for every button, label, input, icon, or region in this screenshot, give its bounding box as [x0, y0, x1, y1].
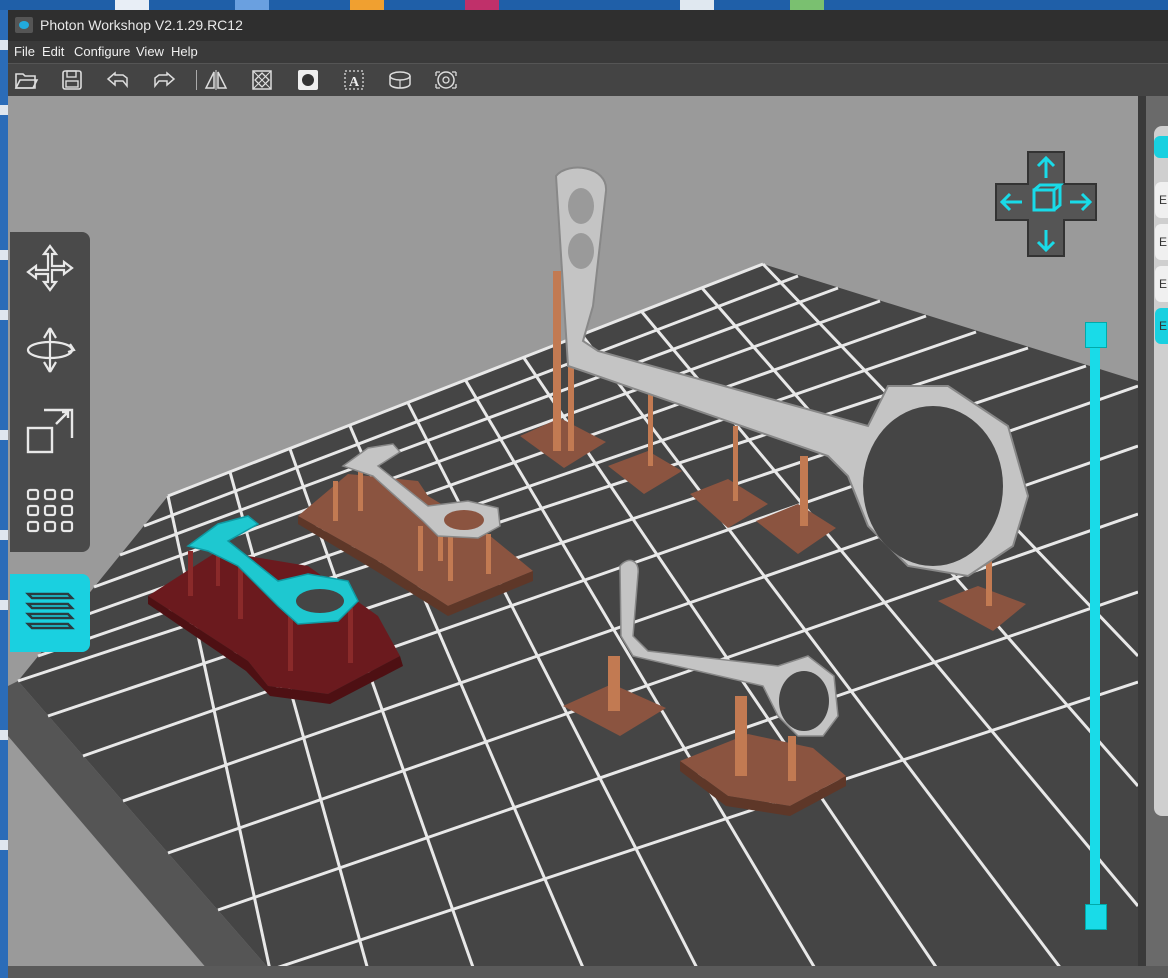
scale-tool[interactable] [22, 402, 78, 458]
right-panel-tab-1[interactable]: E [1155, 182, 1168, 218]
right-panel: E E E E [1146, 96, 1168, 970]
arrange-tool[interactable] [22, 482, 78, 538]
view-navigation-cube[interactable] [990, 148, 1102, 260]
desktop-left-strip [0, 10, 8, 978]
text-icon[interactable]: A [341, 68, 367, 92]
layer-slider-bottom-handle[interactable] [1085, 904, 1107, 930]
toolbar-separator [196, 70, 197, 90]
app-icon [15, 17, 33, 33]
window-title: Photon Workshop V2.1.29.RC12 [40, 17, 243, 33]
layer-slider-track[interactable] [1090, 331, 1100, 916]
window-bottom-edge [8, 966, 1168, 978]
menu-configure[interactable]: Configure [74, 44, 130, 59]
undo-icon[interactable] [105, 68, 131, 92]
desktop-taskbar-strip [0, 0, 1168, 10]
open-icon[interactable] [13, 68, 39, 92]
slice-icon[interactable] [387, 68, 413, 92]
layers-button[interactable] [10, 574, 90, 652]
title-bar: Photon Workshop V2.1.29.RC12 [8, 10, 1168, 41]
move-tool[interactable] [22, 242, 78, 298]
menu-file[interactable]: File [14, 44, 35, 59]
svg-text:A: A [349, 75, 360, 90]
hollow-icon[interactable] [249, 68, 275, 92]
right-panel-tab-4[interactable]: E [1155, 308, 1168, 344]
layer-slider-top-handle[interactable] [1085, 322, 1107, 348]
transform-toolbar [10, 232, 90, 552]
menu-bar: File Edit Configure View Help [8, 41, 1168, 63]
toolbar: A [8, 63, 1168, 96]
right-panel-tab-2[interactable]: E [1155, 224, 1168, 260]
save-icon[interactable] [59, 68, 85, 92]
mirror-icon[interactable] [203, 68, 229, 92]
build-plate-scene [8, 166, 1138, 970]
rotate-tool[interactable] [22, 322, 78, 378]
3d-viewport[interactable] [8, 96, 1138, 970]
right-panel-tab-3[interactable]: E [1155, 266, 1168, 302]
menu-view[interactable]: View [136, 44, 164, 59]
menu-edit[interactable]: Edit [42, 44, 64, 59]
menu-help[interactable]: Help [171, 44, 198, 59]
support-icon[interactable] [433, 68, 459, 92]
redo-icon[interactable] [151, 68, 177, 92]
app-window: Photon Workshop V2.1.29.RC12 File Edit C… [8, 10, 1168, 970]
punch-hole-icon[interactable] [295, 68, 321, 92]
right-panel-header-icon[interactable] [1154, 136, 1168, 158]
layers-icon [25, 592, 75, 630]
